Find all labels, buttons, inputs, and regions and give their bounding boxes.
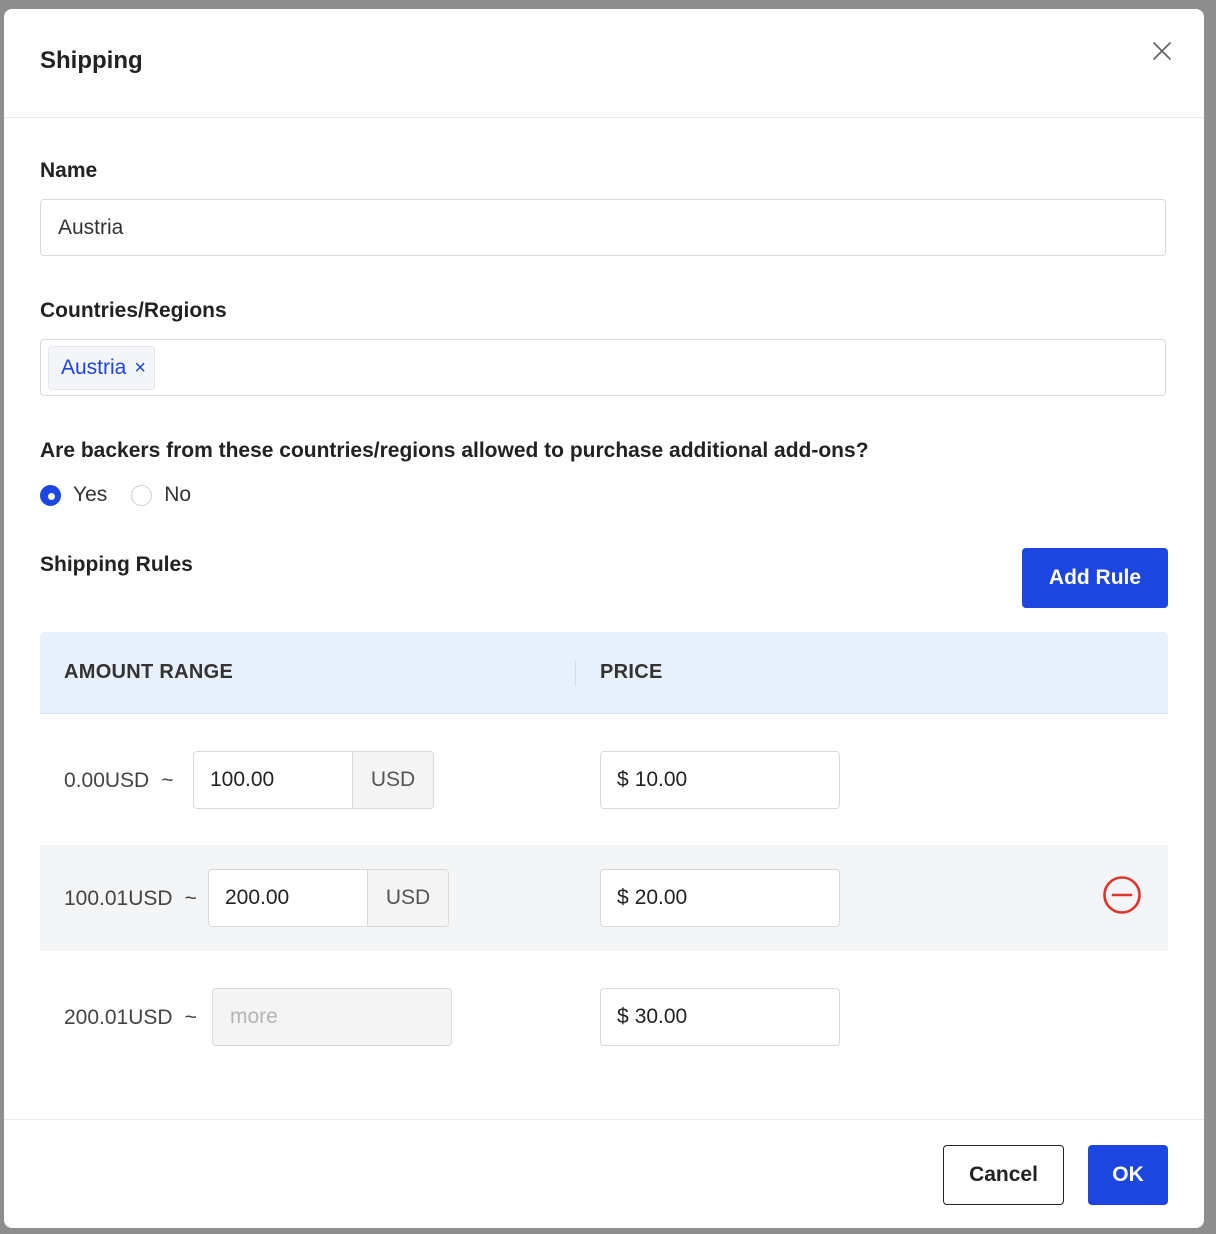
cancel-button[interactable]: Cancel bbox=[943, 1145, 1064, 1205]
dialog-footer: Cancel OK bbox=[4, 1119, 1204, 1228]
range-start-text: 200.01USD bbox=[64, 1006, 173, 1029]
close-button[interactable] bbox=[1150, 39, 1174, 63]
radio-yes-label: Yes bbox=[73, 483, 108, 506]
range-end-group: USD bbox=[208, 869, 449, 927]
column-price: PRICE bbox=[600, 661, 663, 683]
price-input[interactable] bbox=[628, 1005, 839, 1029]
table-row: 100.01USD ~ USD $ bbox=[40, 845, 1168, 951]
table-row: 200.01USD ~ $ bbox=[40, 964, 1168, 1070]
shipping-dialog: Shipping Name Countries/Regions Austria … bbox=[4, 9, 1204, 1228]
range-start-value: 0.00USD ~ bbox=[64, 769, 173, 793]
radio-unchecked-icon bbox=[131, 484, 153, 506]
range-separator: ~ bbox=[161, 769, 174, 792]
radio-checked-icon bbox=[40, 484, 61, 506]
name-field bbox=[40, 199, 1166, 256]
price-input[interactable] bbox=[628, 768, 839, 792]
range-start-text: 100.01USD bbox=[64, 887, 173, 910]
rules-table-header: AMOUNT RANGE PRICE bbox=[40, 632, 1168, 714]
ok-button[interactable]: OK bbox=[1088, 1145, 1168, 1205]
addons-radio-group: Yes No bbox=[40, 483, 215, 507]
currency-prefix: $ bbox=[617, 768, 629, 791]
price-field: $ bbox=[600, 869, 840, 927]
price-field: $ bbox=[600, 751, 840, 809]
name-label: Name bbox=[40, 159, 98, 182]
minus-circle-icon bbox=[1103, 876, 1141, 914]
dialog-header: Shipping bbox=[4, 9, 1204, 118]
range-separator: ~ bbox=[184, 887, 197, 910]
currency-suffix: USD bbox=[352, 752, 433, 808]
radio-no-label: No bbox=[164, 483, 192, 506]
add-rule-button[interactable]: Add Rule bbox=[1022, 548, 1168, 608]
range-end-input[interactable] bbox=[209, 870, 367, 926]
countries-regions-select[interactable]: Austria × bbox=[40, 339, 1166, 396]
remove-rule-button[interactable] bbox=[1102, 875, 1142, 915]
range-end-group: USD bbox=[193, 751, 434, 809]
range-start-value: 200.01USD ~ bbox=[64, 1006, 197, 1030]
range-end-input[interactable] bbox=[194, 752, 352, 808]
currency-prefix: $ bbox=[617, 1005, 629, 1028]
currency-suffix: USD bbox=[367, 870, 448, 926]
range-end-disabled-input bbox=[212, 988, 452, 1046]
radio-yes[interactable]: Yes bbox=[40, 483, 107, 507]
table-row: 0.00USD ~ USD $ bbox=[40, 727, 1168, 833]
region-tag-label: Austria bbox=[61, 356, 127, 379]
tag-remove-icon[interactable]: × bbox=[134, 358, 146, 378]
name-input[interactable] bbox=[41, 200, 1165, 255]
range-separator: ~ bbox=[184, 1006, 197, 1029]
range-start-value: 100.01USD ~ bbox=[64, 887, 197, 911]
countries-regions-label: Countries/Regions bbox=[40, 299, 227, 322]
range-start-text: 0.00USD bbox=[64, 769, 150, 792]
close-icon bbox=[1153, 42, 1171, 60]
column-amount-range: AMOUNT RANGE bbox=[64, 661, 234, 683]
addons-question: Are backers from these countries/regions… bbox=[40, 439, 869, 462]
currency-prefix: $ bbox=[617, 886, 629, 909]
price-field: $ bbox=[600, 988, 840, 1046]
region-tag: Austria × bbox=[48, 346, 156, 390]
dialog-title: Shipping bbox=[40, 47, 143, 74]
column-divider bbox=[575, 660, 576, 686]
radio-no[interactable]: No bbox=[131, 483, 191, 507]
price-input[interactable] bbox=[628, 886, 839, 910]
shipping-rules-label: Shipping Rules bbox=[40, 553, 193, 576]
